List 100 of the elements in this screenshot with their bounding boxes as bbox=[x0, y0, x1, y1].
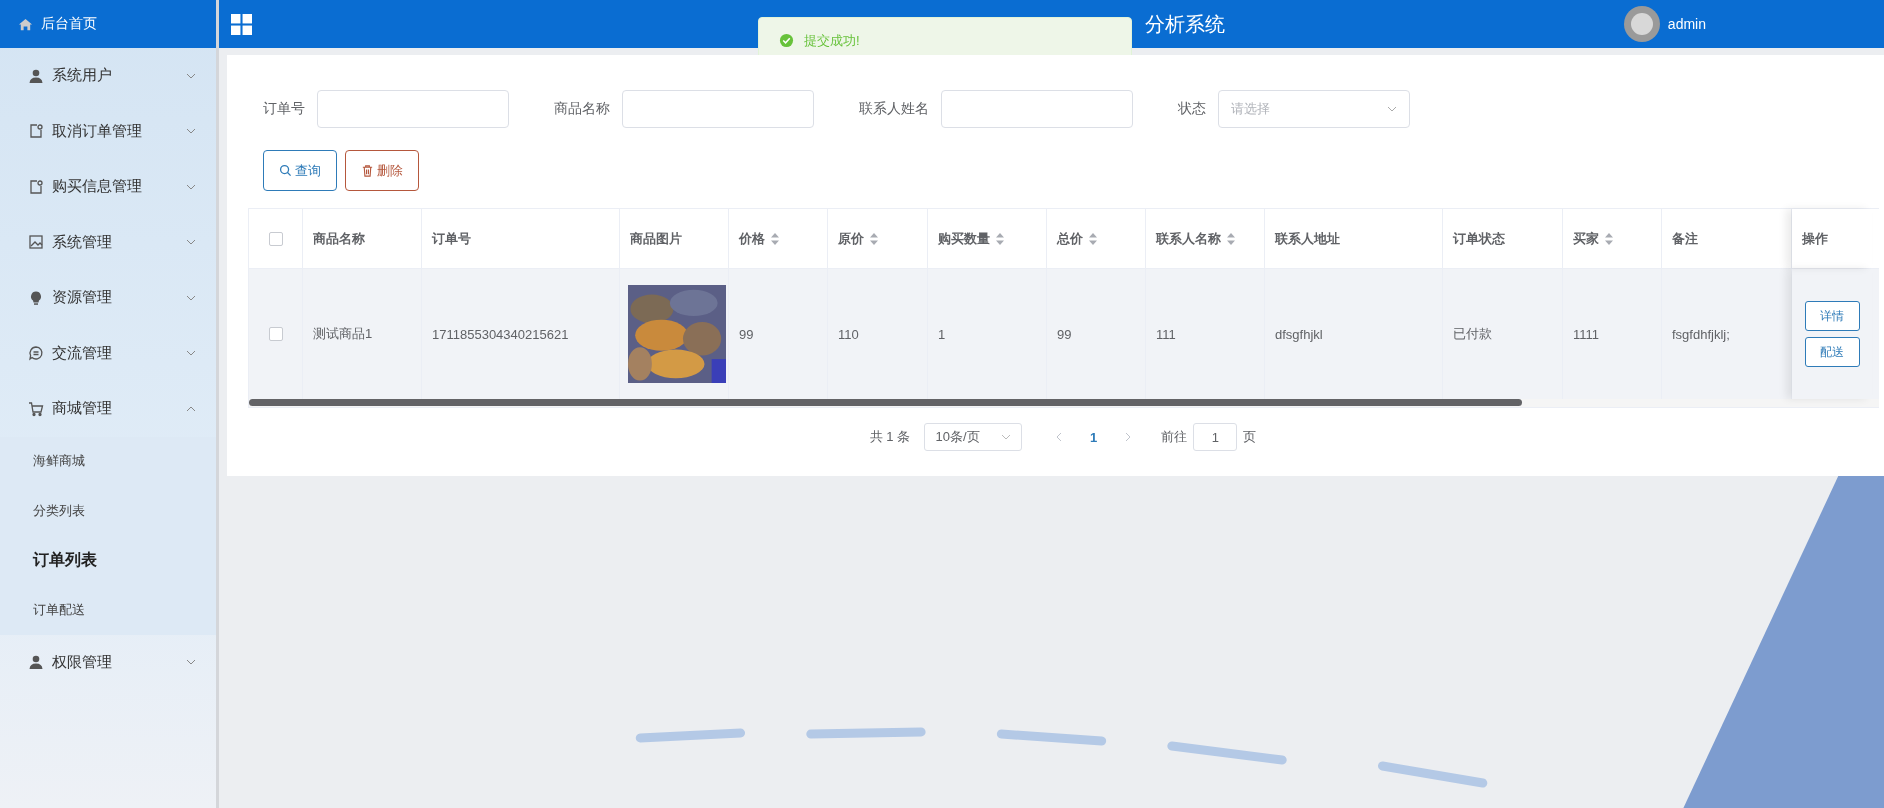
app-title: 分析系统 bbox=[1145, 11, 1225, 37]
chevron-down-icon bbox=[186, 294, 196, 301]
input-field[interactable] bbox=[317, 90, 509, 128]
toast-message: 提交成功! bbox=[804, 31, 860, 50]
table-cell: 1111 bbox=[1573, 326, 1600, 342]
column-header: 订单状态 bbox=[1453, 229, 1505, 248]
trash-icon bbox=[361, 164, 374, 177]
chevron-down-icon bbox=[186, 659, 196, 666]
sort-icon[interactable] bbox=[1227, 232, 1235, 245]
scrollbar-thumb[interactable] bbox=[249, 399, 1522, 406]
page-number[interactable]: 1 bbox=[1090, 429, 1098, 445]
table-cell: 1711855304340215621 bbox=[432, 326, 569, 342]
table-cell: 已付款 bbox=[1453, 325, 1492, 343]
chevron-down-icon bbox=[1387, 106, 1397, 112]
menu-item[interactable]: 权限管理 bbox=[0, 634, 216, 690]
menu-label: 系统用户 bbox=[52, 66, 113, 86]
page-size-select[interactable]: 10条/页 bbox=[924, 423, 1023, 451]
page-input[interactable]: 1 bbox=[1193, 423, 1238, 451]
checkbox[interactable] bbox=[268, 231, 283, 246]
menu-item[interactable]: 商城管理 bbox=[0, 381, 216, 437]
sort-icon[interactable] bbox=[870, 232, 878, 245]
menu-label: 取消订单管理 bbox=[52, 121, 143, 141]
sort-icon[interactable] bbox=[996, 232, 1004, 245]
check-circle-icon bbox=[779, 33, 794, 48]
menu-item[interactable]: 系统管理 bbox=[0, 214, 216, 270]
chevron-up-icon bbox=[186, 405, 196, 412]
filter-label: 订单号 bbox=[263, 100, 305, 118]
column-header: 订单号 bbox=[432, 229, 471, 248]
checkbox[interactable] bbox=[268, 327, 283, 341]
column-header: 备注 bbox=[1672, 229, 1698, 248]
submenu-item[interactable]: 订单配送 bbox=[0, 585, 216, 635]
sort-icon[interactable] bbox=[1089, 232, 1097, 245]
bulb-icon bbox=[28, 289, 44, 306]
table-cell: 111 bbox=[1156, 326, 1176, 342]
chat-icon bbox=[28, 345, 44, 362]
column-header: 总价 bbox=[1057, 229, 1083, 248]
table-cell: 99 bbox=[739, 326, 754, 342]
avatar-icon[interactable] bbox=[1623, 6, 1660, 42]
menu-item[interactable]: 交流管理 bbox=[0, 325, 216, 381]
person-icon bbox=[28, 67, 44, 84]
column-header: 购买数量 bbox=[938, 229, 990, 248]
deliver-button[interactable]: 配送 bbox=[1804, 337, 1860, 367]
menu-label: 权限管理 bbox=[52, 652, 113, 672]
table-cell: 测试商品1 bbox=[313, 325, 373, 343]
menu-label: 资源管理 bbox=[52, 288, 113, 308]
submenu-item[interactable]: 订单列表 bbox=[0, 535, 216, 585]
menu-label: 交流管理 bbox=[52, 343, 113, 363]
chevron-down-icon bbox=[186, 350, 196, 357]
total-count: 共 1 条 bbox=[869, 428, 911, 446]
user-name[interactable]: admin bbox=[1667, 16, 1706, 32]
chevron-down-icon bbox=[1000, 434, 1011, 440]
delete-button[interactable]: 删除 bbox=[345, 150, 419, 191]
input-field[interactable] bbox=[941, 90, 1133, 128]
table-cell: 99 bbox=[1057, 326, 1072, 342]
menu-label: 购买信息管理 bbox=[52, 177, 143, 197]
column-header: 商品名称 bbox=[313, 229, 365, 248]
menu-item[interactable]: 购买信息管理 bbox=[0, 159, 216, 215]
column-header: 操作 bbox=[1802, 229, 1828, 248]
column-header: 联系人名称 bbox=[1156, 229, 1221, 248]
search-icon bbox=[279, 164, 292, 177]
menu-item[interactable]: 取消订单管理 bbox=[0, 103, 216, 159]
document-icon bbox=[28, 123, 44, 140]
document-icon bbox=[28, 178, 44, 195]
sort-icon[interactable] bbox=[771, 232, 779, 245]
chevron-down-icon bbox=[186, 128, 196, 135]
table-cell: fsgfdhfjklj; bbox=[1672, 326, 1730, 342]
chevron-down-icon bbox=[186, 72, 196, 79]
table-cell: 110 bbox=[838, 326, 859, 342]
filter-label: 联系人姓名 bbox=[859, 100, 929, 118]
column-header: 联系人地址 bbox=[1275, 229, 1340, 248]
submenu-item[interactable]: 海鲜商城 bbox=[0, 436, 216, 486]
menu-label: 系统管理 bbox=[52, 232, 113, 252]
cart-icon bbox=[28, 400, 44, 417]
column-header: 原价 bbox=[838, 229, 864, 248]
person-icon bbox=[28, 654, 44, 671]
home-link[interactable]: 后台首页 bbox=[0, 0, 216, 48]
table-cell: 1 bbox=[938, 326, 946, 342]
page-suffix: 页 bbox=[1243, 428, 1257, 446]
sort-icon[interactable] bbox=[1605, 232, 1613, 245]
grid-icon[interactable] bbox=[231, 13, 252, 35]
table-cell: dfsgfhjkl bbox=[1275, 326, 1323, 342]
image-icon bbox=[28, 234, 44, 251]
home-icon bbox=[18, 16, 33, 32]
menu-item[interactable]: 资源管理 bbox=[0, 270, 216, 326]
filter-label: 状态 bbox=[1178, 100, 1206, 118]
details-button[interactable]: 详情 bbox=[1804, 301, 1860, 331]
next-page-icon[interactable] bbox=[1125, 432, 1132, 442]
filter-label: 商品名称 bbox=[554, 100, 610, 118]
column-header: 价格 bbox=[739, 229, 765, 248]
previous-page-icon[interactable] bbox=[1056, 432, 1063, 442]
column-header: 商品图片 bbox=[630, 229, 682, 248]
submenu-item[interactable]: 分类列表 bbox=[0, 486, 216, 536]
chevron-down-icon bbox=[186, 239, 196, 246]
goto-label: 前往 bbox=[1161, 428, 1188, 446]
menu-label: 商城管理 bbox=[52, 399, 113, 419]
chevron-down-icon bbox=[186, 183, 196, 190]
column-header: 买家 bbox=[1573, 229, 1599, 248]
search-button[interactable]: 查询 bbox=[263, 150, 337, 191]
menu-item[interactable]: 系统用户 bbox=[0, 48, 216, 104]
input-field[interactable] bbox=[622, 90, 814, 128]
